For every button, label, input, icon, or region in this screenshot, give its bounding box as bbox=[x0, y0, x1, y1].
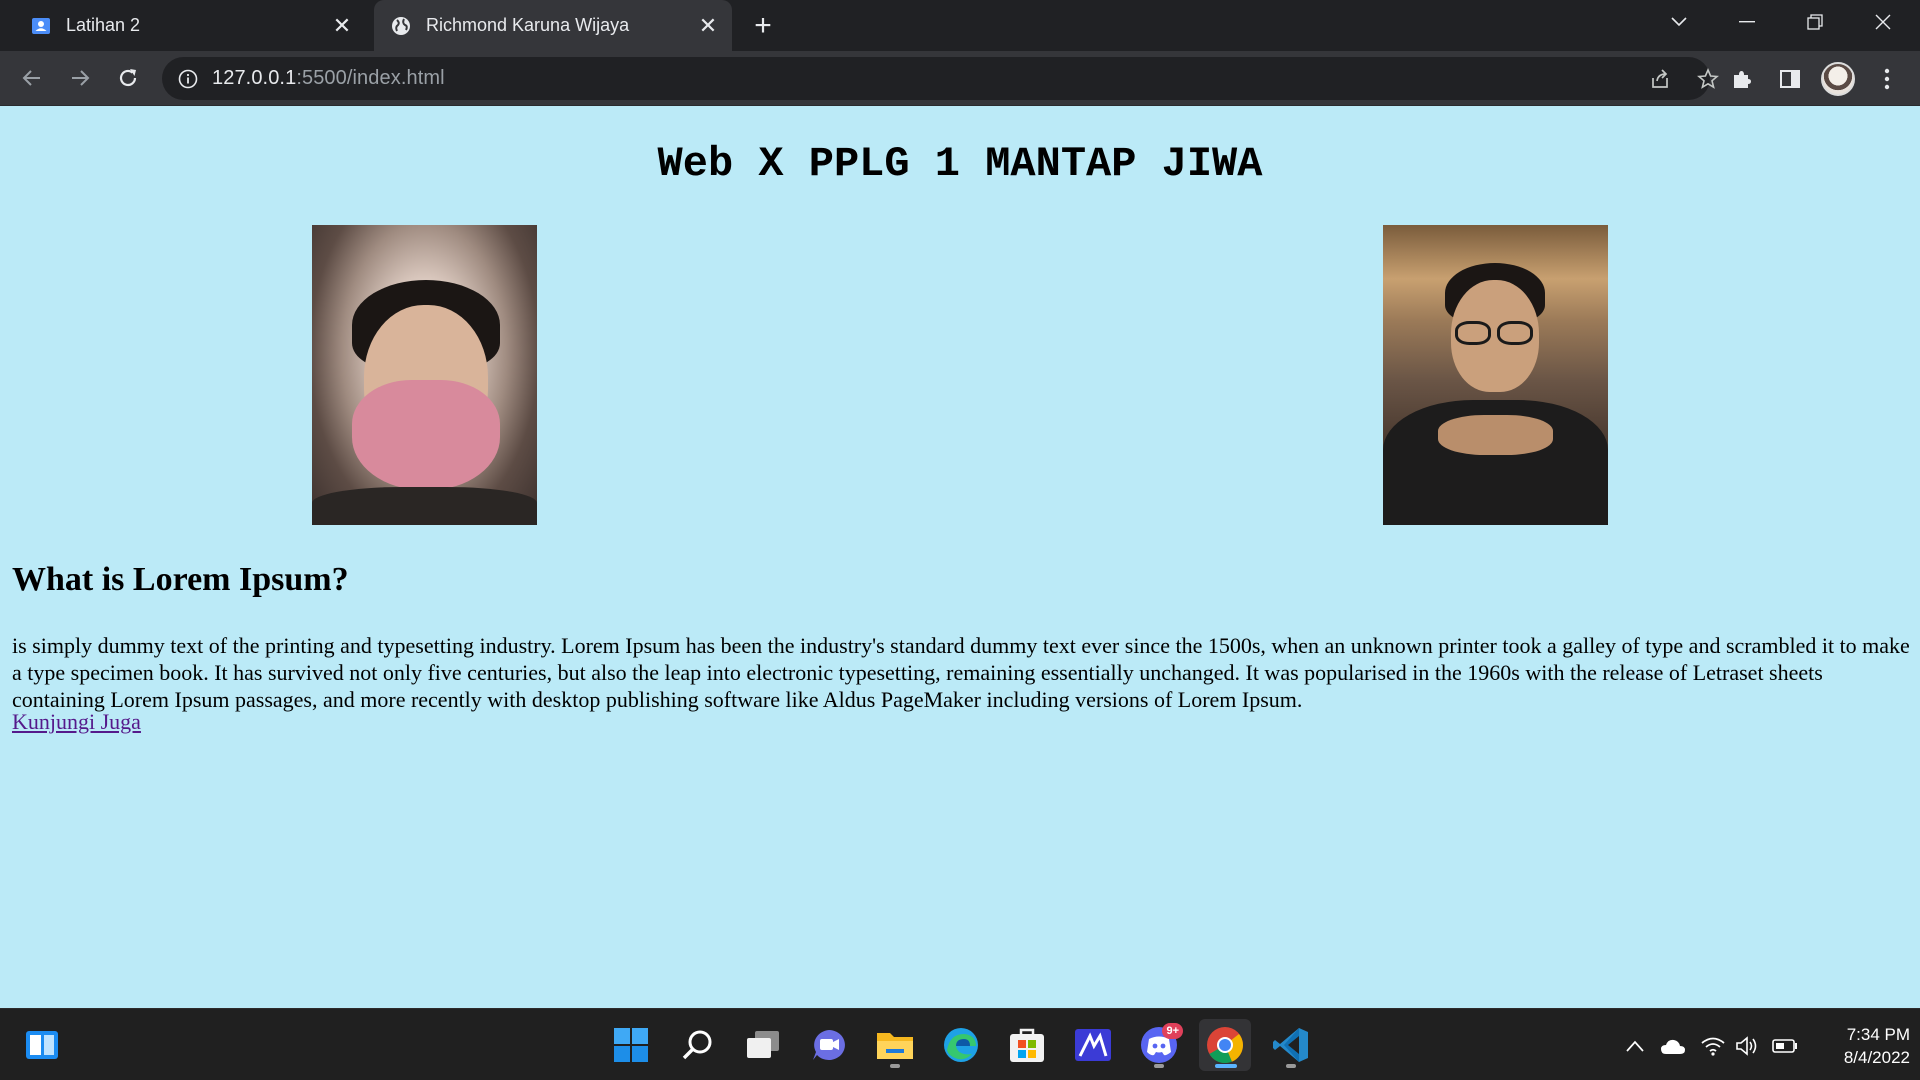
url-host: 127.0.0.1 bbox=[212, 67, 297, 89]
running-indicator bbox=[890, 1064, 900, 1068]
tab-latihan-2[interactable]: Latihan 2 ✕ bbox=[14, 0, 366, 51]
search-icon[interactable] bbox=[671, 1019, 723, 1071]
discord-icon[interactable]: 9+ bbox=[1133, 1019, 1185, 1071]
forward-arrow-icon[interactable] bbox=[62, 60, 98, 96]
wifi-icon[interactable] bbox=[1700, 1033, 1726, 1059]
system-clock[interactable]: 7:34 PM 8/4/2022 bbox=[1806, 1023, 1910, 1069]
chevron-up-icon[interactable] bbox=[1622, 1033, 1648, 1059]
photo-masked-person bbox=[312, 225, 537, 525]
url-path: :5500/index.html bbox=[296, 67, 445, 89]
bookmark-star-icon[interactable] bbox=[1692, 63, 1724, 95]
close-tab-icon[interactable]: ✕ bbox=[328, 12, 356, 40]
tab-title: Latihan 2 bbox=[66, 15, 141, 35]
volume-icon[interactable] bbox=[1734, 1033, 1760, 1059]
clock-date: 8/4/2022 bbox=[1843, 1048, 1910, 1067]
extensions-puzzle-icon[interactable] bbox=[1725, 62, 1759, 96]
edge-icon[interactable] bbox=[935, 1019, 987, 1071]
new-tab-button[interactable]: + bbox=[745, 9, 781, 43]
reload-icon[interactable] bbox=[110, 60, 146, 96]
share-icon[interactable] bbox=[1644, 63, 1676, 95]
tab-title: Richmond Karuna Wijaya bbox=[426, 15, 630, 35]
close-tab-icon[interactable]: ✕ bbox=[694, 12, 722, 40]
clock-time: 7:34 PM bbox=[1846, 1025, 1910, 1044]
store-icon[interactable] bbox=[1001, 1019, 1053, 1071]
lorem-paragraph: is simply dummy text of the printing and… bbox=[12, 633, 1910, 712]
kunjungi-juga-link[interactable]: Kunjungi Juga bbox=[12, 709, 141, 735]
back-arrow-icon[interactable] bbox=[14, 60, 50, 96]
url-text: 127.0.0.1:5500/index.html bbox=[212, 67, 445, 90]
running-indicator bbox=[1286, 1064, 1296, 1068]
chrome-icon[interactable] bbox=[1199, 1019, 1251, 1071]
app-icon[interactable] bbox=[1067, 1019, 1119, 1071]
running-indicator bbox=[1154, 1064, 1164, 1068]
battery-icon[interactable] bbox=[1772, 1033, 1798, 1059]
start-icon[interactable] bbox=[605, 1019, 657, 1071]
classroom-icon bbox=[30, 15, 52, 37]
minimize-icon[interactable] bbox=[1713, 0, 1781, 44]
site-info-icon[interactable] bbox=[176, 67, 200, 91]
onedrive-cloud-icon[interactable] bbox=[1660, 1033, 1686, 1059]
tab-richmond-karuna-wijaya[interactable]: Richmond Karuna Wijaya ✕ bbox=[374, 0, 732, 51]
profile-avatar[interactable] bbox=[1821, 62, 1855, 96]
browser-tab-strip: Latihan 2 ✕ Richmond Karuna Wijaya ✕ + bbox=[0, 0, 1920, 51]
page-title: Web X PPLG 1 MANTAP JIWA bbox=[657, 140, 1263, 188]
web-page: Web X PPLG 1 MANTAP JIWA What is Lorem I… bbox=[0, 107, 1920, 1008]
more-menu-icon[interactable] bbox=[1870, 62, 1904, 96]
teams-chat-icon[interactable] bbox=[803, 1019, 855, 1071]
active-indicator bbox=[1215, 1064, 1237, 1068]
file-explorer-icon[interactable] bbox=[869, 1019, 921, 1071]
globe-icon bbox=[390, 15, 412, 37]
vscode-icon[interactable] bbox=[1265, 1019, 1317, 1071]
notification-badge: 9+ bbox=[1162, 1023, 1183, 1039]
close-window-icon[interactable] bbox=[1849, 0, 1917, 44]
tab-search-chevron-icon[interactable] bbox=[1645, 0, 1713, 44]
section-heading: What is Lorem Ipsum? bbox=[12, 561, 349, 598]
side-panel-icon[interactable] bbox=[1773, 62, 1807, 96]
windows-taskbar: 9+ 7:34 PM 8/4/2022 bbox=[0, 1008, 1920, 1080]
photo-person-with-glasses bbox=[1383, 225, 1608, 525]
address-bar[interactable]: 127.0.0.1:5500/index.html bbox=[162, 57, 1719, 100]
task-view-icon[interactable] bbox=[737, 1019, 789, 1071]
browser-toolbar: 127.0.0.1:5500/index.html bbox=[0, 51, 1920, 106]
restore-icon[interactable] bbox=[1781, 0, 1849, 44]
widgets-icon[interactable] bbox=[16, 1019, 68, 1071]
